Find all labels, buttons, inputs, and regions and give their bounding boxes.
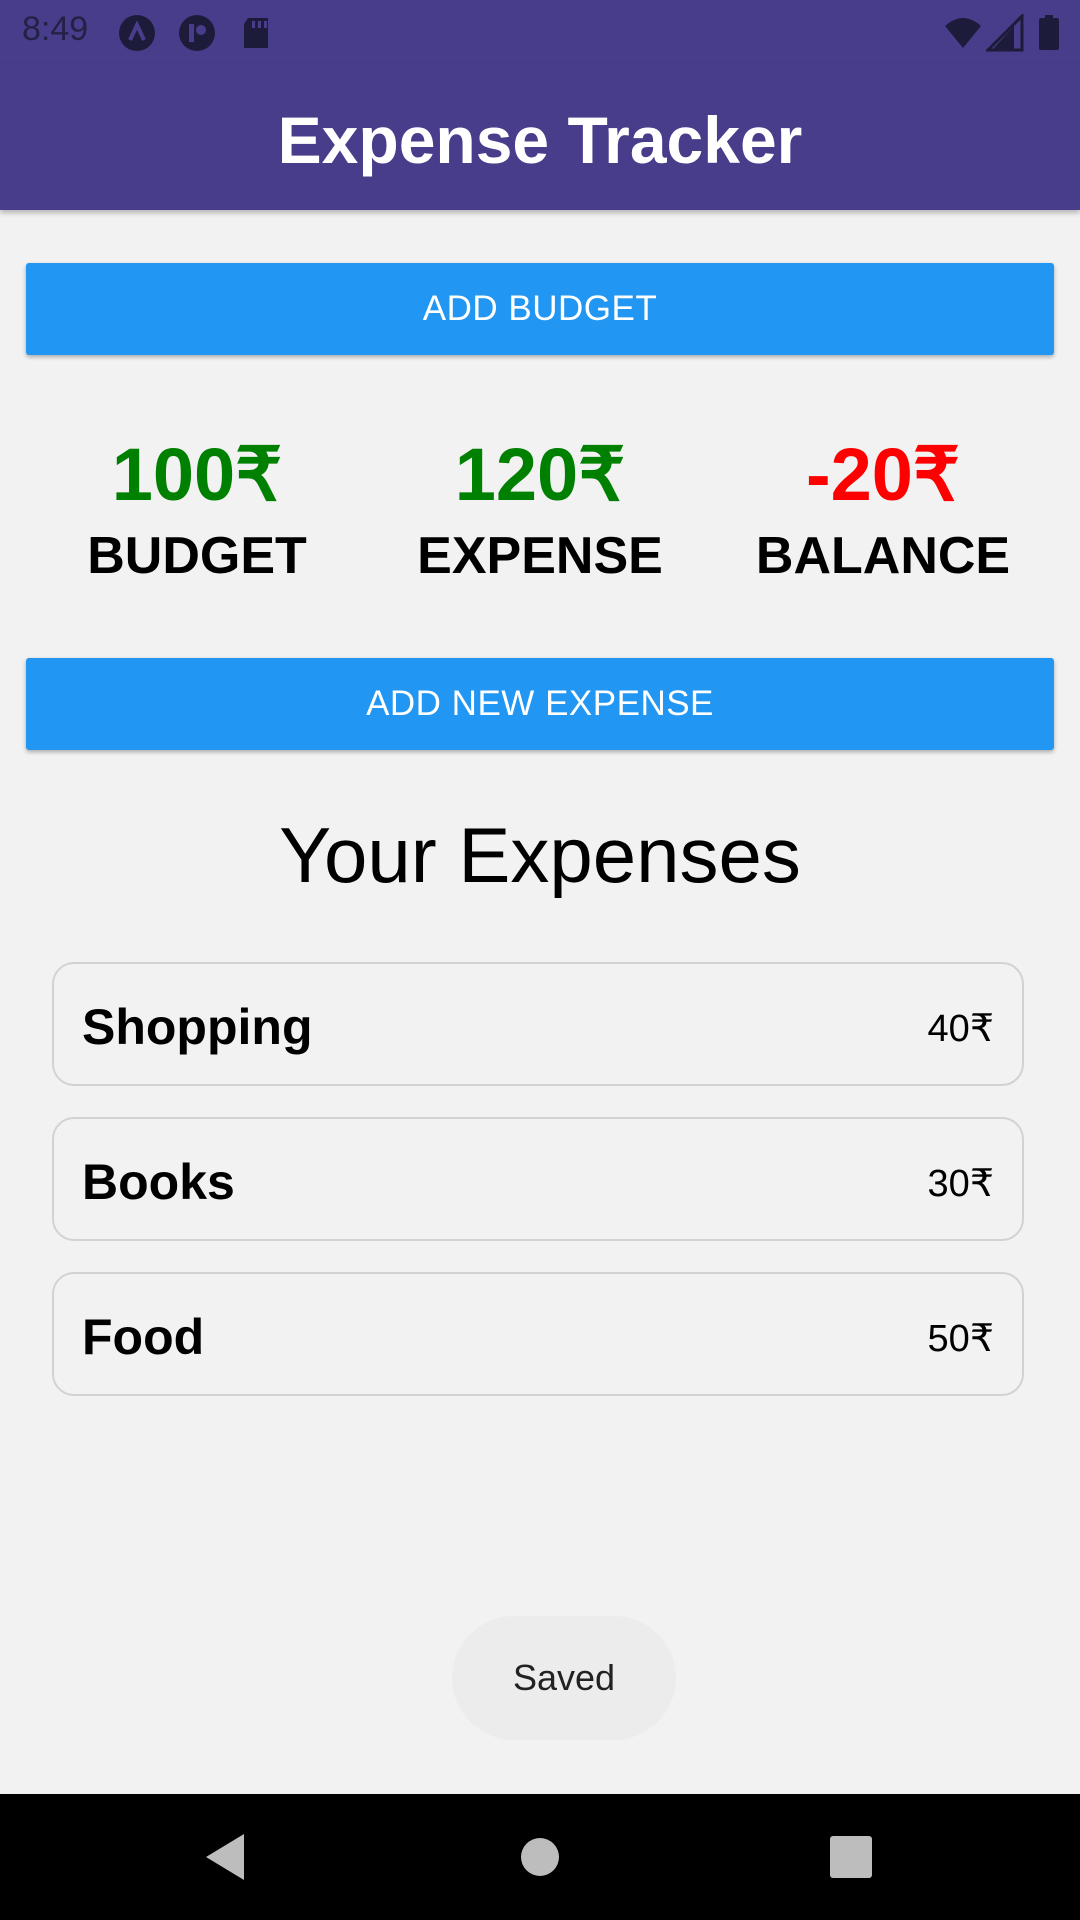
- toast-message: Saved: [452, 1616, 676, 1740]
- balance-summary: -20₹ BALANCE: [711, 430, 1055, 592]
- expense-value: 120₹: [454, 433, 626, 516]
- expense-amount: 40₹: [927, 1008, 994, 1050]
- expenses-title: Your Expenses: [279, 811, 801, 899]
- app-icon-a: [119, 15, 155, 51]
- app-bar: Expense Tracker: [0, 64, 1080, 210]
- recents-icon[interactable]: [818, 1824, 884, 1890]
- expense-name: Food: [82, 1309, 205, 1365]
- balance-label: BALANCE: [755, 527, 1011, 585]
- budget-label: BUDGET: [87, 527, 307, 585]
- expense-name: Books: [82, 1154, 235, 1210]
- wifi-icon: [945, 18, 981, 48]
- budget-value: 100₹: [111, 433, 283, 516]
- back-icon[interactable]: [192, 1824, 258, 1890]
- list-item[interactable]: Shopping 40₹: [52, 962, 1024, 1086]
- expense-summary: 120₹ EXPENSE: [368, 430, 712, 592]
- status-time: 8:49: [22, 10, 89, 48]
- status-bar: 8:49: [0, 0, 1080, 64]
- expense-amount: 30₹: [927, 1163, 994, 1205]
- app-icon-p: [179, 15, 215, 51]
- navigation-bar: [0, 1794, 1080, 1920]
- budget-summary: 100₹ BUDGET: [25, 430, 369, 592]
- list-item[interactable]: Food 50₹: [52, 1272, 1024, 1396]
- expense-name: Shopping: [82, 999, 313, 1055]
- balance-value: -20₹: [805, 433, 961, 516]
- add-new-expense-button[interactable]: ADD NEW EXPENSE: [26, 658, 1054, 750]
- app-title: Expense Tracker: [277, 103, 803, 177]
- expense-label: EXPENSE: [417, 527, 663, 585]
- list-item[interactable]: Books 30₹: [52, 1117, 1024, 1241]
- signal-icon: [986, 14, 1024, 52]
- sd-card-icon: [244, 18, 268, 48]
- battery-icon: [1039, 15, 1059, 50]
- home-icon[interactable]: [507, 1824, 573, 1890]
- add-budget-button[interactable]: ADD BUDGET: [26, 263, 1054, 355]
- expense-amount: 50₹: [927, 1318, 994, 1360]
